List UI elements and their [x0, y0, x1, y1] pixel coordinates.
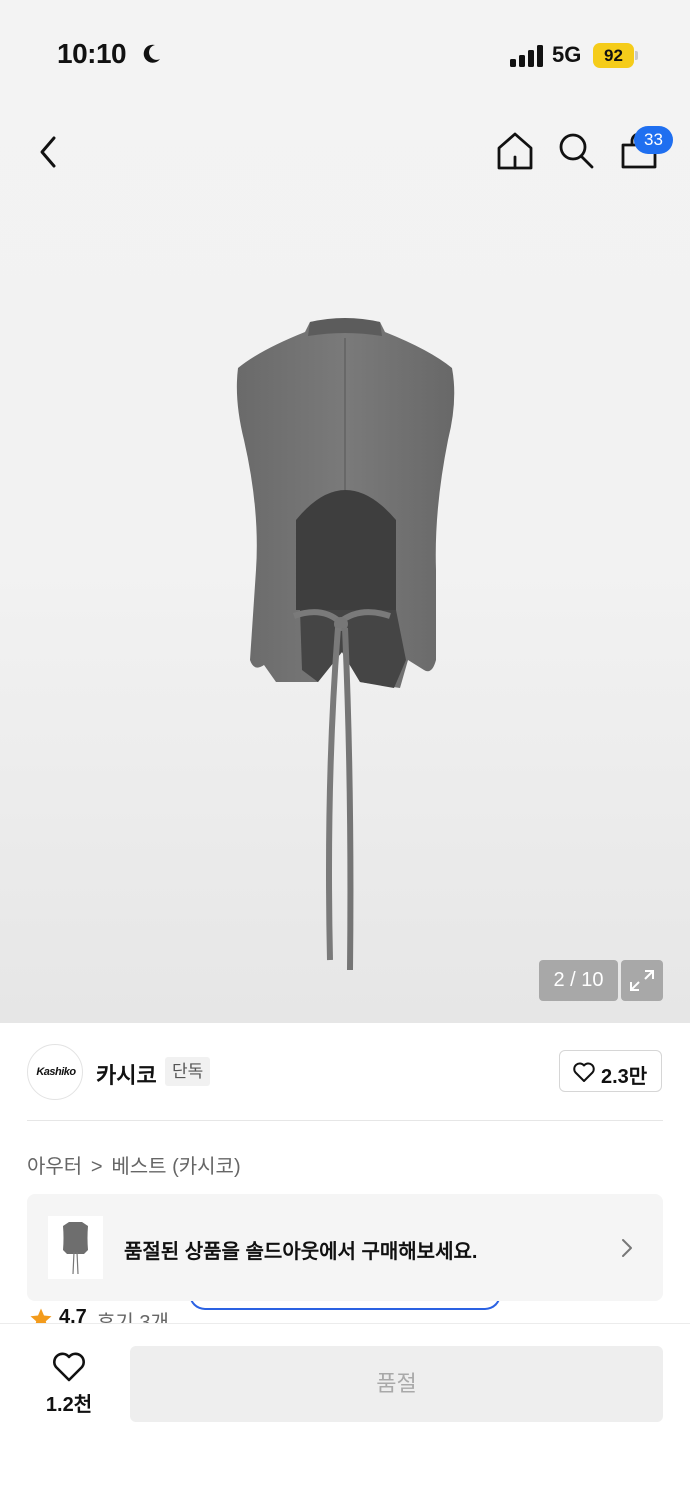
brand-logo[interactable]: Kashiko: [27, 1044, 83, 1100]
expand-icon: [630, 970, 654, 991]
status-time: 10:10: [57, 38, 127, 69]
divider: [27, 1120, 663, 1121]
battery-level: 92: [593, 43, 634, 68]
cellular-signal-icon: [510, 45, 543, 67]
product-thumbnail: [48, 1216, 103, 1279]
expand-image-button[interactable]: [621, 960, 663, 1001]
exclusive-badge: 단독: [165, 1057, 211, 1086]
network-type: 5G: [552, 42, 582, 67]
battery-indicator: 92: [593, 43, 638, 68]
home-icon[interactable]: [494, 129, 536, 173]
product-photo: [236, 318, 455, 971]
breadcrumb-separator: >: [90, 1156, 103, 1178]
brand-like-button[interactable]: 2.3만: [559, 1050, 662, 1092]
breadcrumb: 아우터 > 베스트 (카시코): [27, 1150, 241, 1179]
status-bar: 10:10 5G 92: [0, 0, 690, 110]
chevron-right-icon: [622, 1239, 632, 1257]
soldout-message: 품절된 상품을 솔드아웃에서 구매해보세요.: [124, 1241, 478, 1263]
soldout-button: 품절: [130, 1346, 663, 1422]
cart-count-badge[interactable]: 33: [634, 126, 673, 154]
breadcrumb-item-outer[interactable]: 아우터: [27, 1156, 82, 1178]
brand-logo-text: Kashiko: [36, 1066, 76, 1078]
search-icon[interactable]: [556, 130, 596, 172]
brand-like-count: 2.3만: [601, 1066, 648, 1088]
wish-count: 1.2천: [45, 1394, 93, 1416]
bottom-action-bar: 1.2천 품절: [0, 1323, 690, 1500]
chevron-left-icon[interactable]: [28, 130, 68, 174]
brand-name[interactable]: 카시코: [96, 1058, 157, 1090]
image-page-counter: 2 / 10: [539, 960, 618, 1001]
breadcrumb-item-vest[interactable]: 베스트 (카시코): [111, 1156, 240, 1178]
soldout-banner[interactable]: 품절된 상품을 솔드아웃에서 구매해보세요.: [27, 1194, 663, 1301]
moon-icon: [143, 44, 160, 63]
heart-outline-icon[interactable]: [51, 1350, 87, 1383]
heart-outline-icon: [573, 1062, 595, 1082]
battery-tip: [635, 51, 638, 60]
